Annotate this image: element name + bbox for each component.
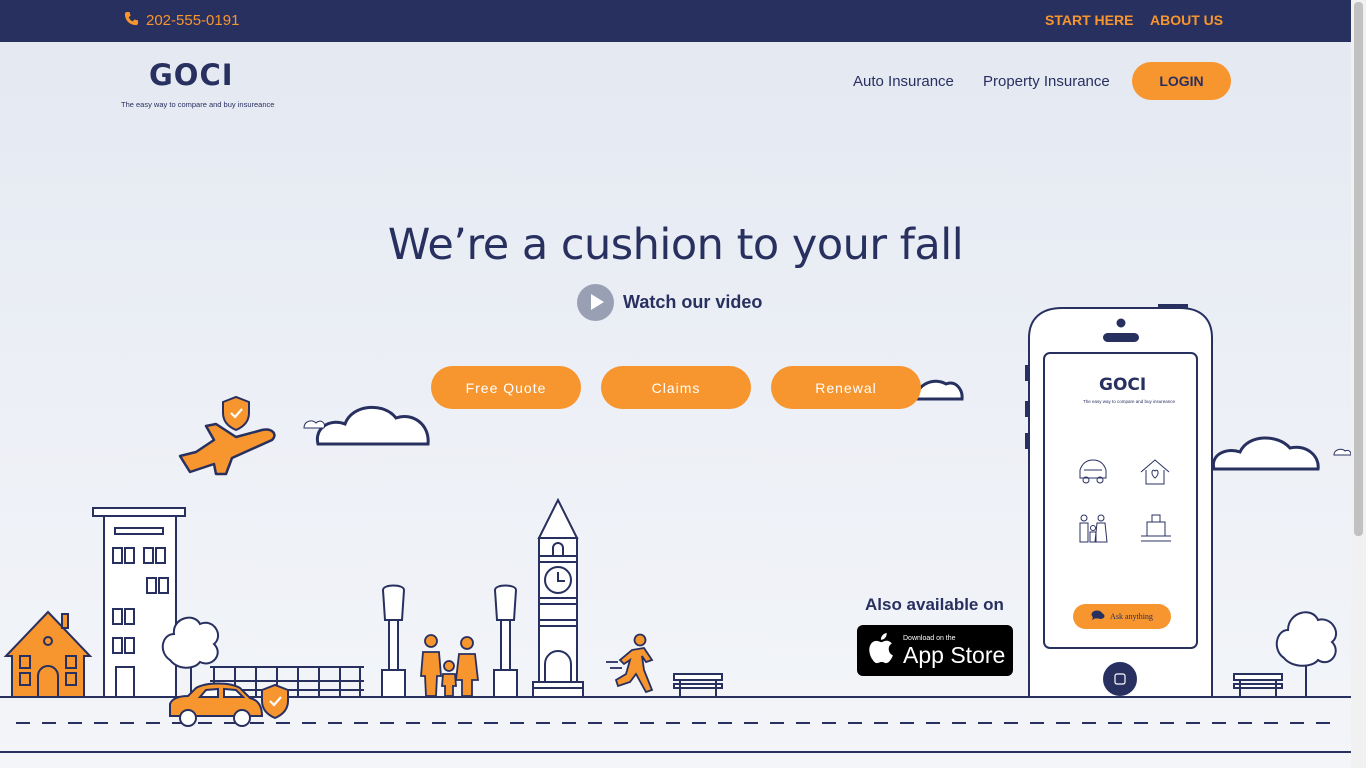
renewal-button[interactable]: Renewal	[771, 366, 921, 409]
small-cloud	[1333, 448, 1351, 456]
watch-video-link[interactable]: Watch our video	[577, 284, 762, 321]
claims-button[interactable]: Claims	[601, 366, 751, 409]
tree	[1275, 611, 1337, 697]
hero-headline: We’re a cushion to your fall	[387, 220, 964, 270]
appstore-large-text: App Store	[903, 641, 1006, 668]
play-icon[interactable]	[577, 284, 614, 321]
phone-mockup-logo: GOCI	[1099, 375, 1147, 395]
shield	[261, 683, 289, 720]
cloud	[315, 405, 430, 446]
app-store-badge[interactable]: Download on the App Store	[857, 625, 1013, 676]
logo[interactable]: GOCI	[149, 58, 234, 92]
phone-icon	[124, 11, 139, 30]
phone-contact[interactable]: 202-555-0191	[124, 11, 239, 30]
about-us-link[interactable]: ABOUT US	[1150, 12, 1223, 28]
watch-video-label: Watch our video	[623, 292, 763, 312]
apple-icon	[869, 632, 897, 669]
page: 202-555-0191 START HERE ABOUT US GOCI Th…	[0, 0, 1351, 768]
free-quote-button[interactable]: Free Quote	[431, 366, 581, 409]
runner	[606, 633, 654, 694]
phone-number: 202-555-0191	[146, 12, 240, 29]
top-bar: 202-555-0191 START HERE ABOUT US	[0, 0, 1351, 42]
also-available-label: Also available on	[865, 595, 1004, 614]
airplane	[178, 422, 276, 476]
ask-anything-label: Ask anything	[1110, 612, 1153, 621]
start-here-link[interactable]: START HERE	[1045, 12, 1133, 28]
clock-tower	[532, 497, 584, 698]
logo-tagline: The easy way to compare and buy insurean…	[121, 100, 275, 109]
small-cloud	[303, 420, 325, 429]
nav-property-insurance[interactable]: Property Insurance	[983, 73, 1110, 90]
cloud	[913, 379, 964, 401]
phone-mockup-tagline: The easy way to compare and buy insurean…	[1083, 399, 1176, 404]
family	[420, 634, 480, 697]
login-button[interactable]: LOGIN	[1132, 62, 1231, 100]
bench	[1233, 673, 1283, 697]
cloud	[1211, 436, 1320, 471]
scrollbar-thumb[interactable]	[1354, 2, 1363, 536]
house	[3, 610, 93, 698]
shield	[222, 395, 250, 432]
phone-mockup	[1025, 304, 1213, 698]
chat-icon	[1091, 610, 1105, 623]
ask-anything-button[interactable]: Ask anything	[1073, 604, 1171, 629]
nav-auto-insurance[interactable]: Auto Insurance	[853, 73, 954, 90]
office-building	[92, 507, 186, 698]
bench	[673, 673, 723, 697]
